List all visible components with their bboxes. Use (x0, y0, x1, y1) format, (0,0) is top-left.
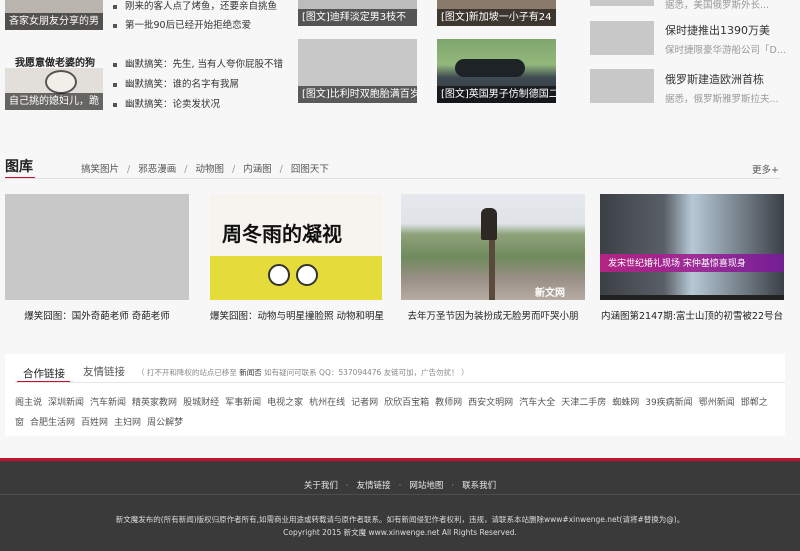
link-item[interactable]: 邯郸之 (741, 398, 768, 408)
links-note-site[interactable]: 新闻否 (239, 368, 262, 377)
links-note: （ 打不开和降权的站点已移至 新闻否 如有疑问可联系 QQ：537094476 … (137, 367, 469, 378)
gallery-title-2[interactable]: 爆笑囧图：动物与明星撞脸照 动物和明星 (205, 308, 389, 322)
news-thumb-1[interactable]: 吝家女朋友分享的男 (5, 0, 103, 30)
link-row-2: 窗合肥生活网 百姓网 主妇网 周公解梦 (15, 415, 183, 428)
link-item[interactable]: 西安文明网 (468, 398, 513, 408)
gallery-title-4[interactable]: 内涵图第2147期:富士山顶的初雪被22号台 (600, 308, 784, 322)
tab-innuendo[interactable]: 内涵图 (243, 164, 272, 175)
footer-link-friends[interactable]: 友情链接 (357, 481, 391, 491)
tab-friend-links[interactable]: 友情链接 (83, 364, 125, 379)
link-item[interactable]: 鄂州新闻 (699, 398, 735, 408)
link-item[interactable]: 汽车新闻 (90, 398, 126, 408)
link-item[interactable]: 汽车大全 (519, 398, 555, 408)
gallery-image-4[interactable]: 发宋世纪婚礼现场 宋仲基惊喜现身 (600, 194, 784, 300)
gallery-title-3[interactable]: 去年万圣节因为装扮成无脸男而吓哭小朋 (401, 308, 585, 322)
list-item[interactable]: 第一批90后已经开始拒绝恋爱 (113, 17, 251, 31)
right-news-sub-1: 据悉，美国俄罗斯外长... (665, 0, 770, 11)
bullet-icon (113, 62, 117, 67)
links-note-prefix: （ 打不开和降权的站点已移至 (137, 368, 240, 377)
links-note-suffix: 如有疑问可联系 QQ：537094476 友链可加，广告勿扰！ ） (261, 368, 469, 377)
news-thumb-2-caption[interactable]: 自己挑的媳妇儿，跪 (5, 93, 103, 110)
spongebob-eye-left (268, 264, 290, 286)
link-item[interactable]: 精英家教网 (132, 398, 177, 408)
image-news-2[interactable]: [图文]新加坡一小子有24 (437, 0, 556, 26)
person-shape (481, 208, 497, 240)
link-item[interactable]: 杭州在线 (309, 398, 345, 408)
footer-link-about[interactable]: 关于我们 (304, 481, 338, 491)
news-thumb-1-caption[interactable]: 吝家女朋友分享的男 (5, 13, 103, 30)
gallery-title: 图库 (5, 159, 33, 175)
list-item[interactable]: 幽默搞笑：论卖发状况 (113, 96, 220, 110)
right-news-title-3[interactable]: 俄罗斯建造欧洲首栋 (665, 71, 764, 87)
footer-link-sitemap[interactable]: 网站地图 (409, 481, 443, 491)
footer-divider (0, 494, 800, 495)
progress-strip (600, 295, 784, 300)
link-item[interactable]: 主妇网 (114, 418, 141, 428)
footer-copyright-notice: 新文魔发布的(所有新闻)版权归原作者所有,如需商业用途或转载请与原作者联系。如有… (115, 515, 685, 524)
image-news-1-caption[interactable]: [图文]迪拜淡定男3枝不 (298, 9, 417, 26)
footer-accent-line (0, 458, 800, 461)
gallery-title-1[interactable]: 爆笑囧图：国外奇葩老师 奇葩老师 (5, 308, 189, 322)
link-item[interactable]: 周公解梦 (147, 418, 183, 428)
link-item[interactable]: 军事新闻 (225, 398, 261, 408)
link-item[interactable]: 百姓网 (81, 418, 108, 428)
link-item[interactable]: 天津二手房 (561, 398, 606, 408)
gallery-divider (5, 178, 780, 179)
image-news-1[interactable]: [图文]迪拜淡定男3枝不 (298, 0, 417, 26)
right-news-thumb-2[interactable] (590, 21, 654, 55)
link-item[interactable]: 39疾病新闻 (645, 398, 692, 408)
links-divider (15, 382, 785, 383)
link-item[interactable]: 阁主说 (15, 398, 42, 408)
gallery-image-3[interactable]: 新文网 (401, 194, 585, 300)
tab-jiong-world[interactable]: 囧图天下 (291, 164, 329, 175)
gallery-image-2-text: 周冬雨的凝视 (222, 222, 342, 246)
bullet-icon (113, 102, 117, 107)
link-row-1: 阁主说 深圳新闻 汽车新闻 精英家教网 股城财经 军事新闻 电视之家 杭州在线 记者网 欣欣百宝箱… (15, 395, 785, 408)
link-item[interactable]: 窗 (15, 418, 24, 428)
gallery-image-1[interactable] (5, 194, 189, 300)
right-news-thumb-1[interactable] (590, 0, 654, 6)
bullet-icon (113, 4, 117, 9)
link-item[interactable]: 蜘蛛网 (612, 398, 639, 408)
right-news-sub-3: 据悉，俄罗斯雅罗斯拉夫... (665, 94, 779, 105)
gallery-image-3-watermark: 新文网 (535, 288, 565, 299)
news-thumb-2[interactable]: 自己挑的媳妇儿，跪 (5, 68, 103, 110)
cartoon-face-icon (45, 70, 77, 94)
right-news-thumb-3[interactable] (590, 69, 654, 103)
image-news-3[interactable]: [图文]比利时双胞胎满百岁 (298, 39, 417, 103)
footer-link-contact[interactable]: 联系我们 (462, 481, 496, 491)
image-news-4[interactable]: [图文]英国男子仿制德国二 (437, 39, 556, 103)
list-item[interactable]: 幽默搞笑：先生, 当有人夸你屁股不错 (113, 56, 283, 70)
image-news-2-caption[interactable]: [图文]新加坡一小子有24 (437, 9, 556, 26)
tab-evil-comics[interactable]: 邪恶漫画 (138, 164, 176, 175)
gallery-image-4-text: 发宋世纪婚礼现场 宋仲基惊喜现身 (608, 259, 746, 269)
spongebob-eye-right (296, 264, 318, 286)
link-item[interactable]: 合肥生活网 (30, 418, 75, 428)
tab-animals[interactable]: 动物图 (195, 164, 224, 175)
submarine-shape (455, 59, 525, 77)
pole-shape (489, 234, 495, 300)
link-item[interactable]: 电视之家 (267, 398, 303, 408)
link-item[interactable]: 欣欣百宝箱 (384, 398, 429, 408)
link-item[interactable]: 深圳新闻 (48, 398, 84, 408)
news-card-2-title[interactable]: 我愿意做老婆的狗 (15, 54, 95, 69)
link-item[interactable]: 教师网 (435, 398, 462, 408)
right-news-sub-2: 保时捷限豪华游船公司「D... (665, 45, 786, 56)
link-item[interactable]: 记者网 (351, 398, 378, 408)
image-news-4-caption[interactable]: [图文]英国男子仿制德国二 (437, 86, 556, 103)
list-item[interactable]: 刚来的客人点了烤鱼，还要亲自挑鱼 (113, 0, 277, 12)
footer-nav: 关于我们 · 友情链接 · 网站地图 · 联系我们 (303, 481, 497, 491)
footer-copyright: Copyright 2015 新文魔 www.xinwenge.net All … (283, 528, 517, 537)
tab-partner-links[interactable]: 合作链接 (23, 366, 65, 381)
gallery-more-link[interactable]: 更多+ (752, 162, 779, 176)
right-news-title-2[interactable]: 保时捷推出1390万美 (665, 22, 770, 38)
image-news-3-caption[interactable]: [图文]比利时双胞胎满百岁 (298, 86, 417, 103)
bullet-icon (113, 23, 117, 28)
tab-funny-pics[interactable]: 搞笑图片 (81, 164, 119, 175)
link-item[interactable]: 股城财经 (183, 398, 219, 408)
gallery-image-2[interactable]: 周冬雨的凝视 (210, 194, 382, 300)
gallery-tabs: 搞笑图片 / 邪恶漫画 / 动物图 / 内涵图 / 囧图天下 (81, 164, 329, 175)
list-item[interactable]: 幽默搞笑：谁的名字有我屌 (113, 76, 239, 90)
bullet-icon (113, 82, 117, 87)
